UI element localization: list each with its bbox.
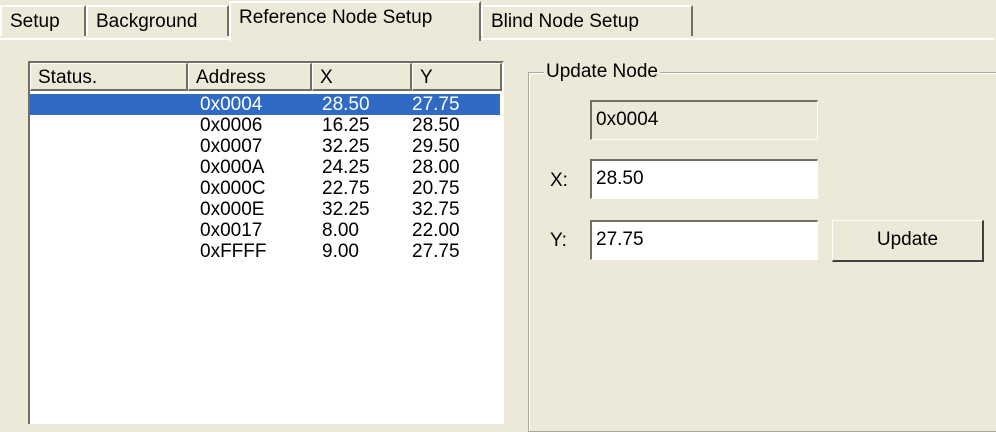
cell-y: 28.50 xyxy=(412,115,460,136)
list-header: Status. Address X Y xyxy=(30,63,502,91)
table-row[interactable]: 0x000C 22.75 20.75 xyxy=(30,178,500,199)
cell-x: 8.00 xyxy=(322,220,359,241)
tab-strip: Setup Background Reference Node Setup Bl… xyxy=(0,0,996,41)
tab-background[interactable]: Background xyxy=(86,5,229,36)
column-header-y[interactable]: Y xyxy=(412,63,502,91)
cell-y: 32.75 xyxy=(412,199,460,220)
cell-y: 27.75 xyxy=(412,94,460,115)
update-node-title: Update Node xyxy=(544,60,660,84)
cell-address: 0x000E xyxy=(200,199,265,220)
cell-y: 29.50 xyxy=(412,136,460,157)
tab-blind-node-setup[interactable]: Blind Node Setup xyxy=(481,5,693,36)
table-row[interactable]: 0x0006 16.25 28.50 xyxy=(30,115,500,136)
cell-address: 0x0017 xyxy=(200,220,263,241)
table-row[interactable]: 0xFFFF 9.00 27.75 xyxy=(30,241,500,262)
cell-x: 32.25 xyxy=(322,136,370,157)
table-row[interactable]: 0x0017 8.00 22.00 xyxy=(30,220,500,241)
cell-x: 32.25 xyxy=(322,199,370,220)
cell-address: 0xFFFF xyxy=(200,241,267,262)
cell-x: 9.00 xyxy=(322,241,359,262)
cell-x: 24.25 xyxy=(322,157,370,178)
column-header-x[interactable]: X xyxy=(312,63,412,91)
address-field: 0x0004 xyxy=(590,100,818,140)
column-header-address[interactable]: Address xyxy=(188,63,312,91)
cell-y: 28.00 xyxy=(412,157,460,178)
table-row[interactable]: 0x0007 32.25 29.50 xyxy=(30,136,500,157)
cell-y: 22.00 xyxy=(412,220,460,241)
cell-x: 22.75 xyxy=(322,178,370,199)
cell-address: 0x000C xyxy=(200,178,266,199)
cell-address: 0x0004 xyxy=(200,94,263,115)
cell-y: 20.75 xyxy=(412,178,460,199)
tab-setup[interactable]: Setup xyxy=(0,5,86,36)
cell-x: 16.25 xyxy=(322,115,370,136)
x-input[interactable]: 28.50 xyxy=(590,159,818,199)
tab-reference-node-setup[interactable]: Reference Node Setup xyxy=(229,1,481,41)
cell-address: 0x0007 xyxy=(200,136,263,157)
column-header-status[interactable]: Status. xyxy=(30,63,188,91)
x-label: X: xyxy=(550,170,568,191)
y-input[interactable]: 27.75 xyxy=(590,220,818,260)
table-row[interactable]: 0x000E 32.25 32.75 xyxy=(30,199,500,220)
cell-x: 28.50 xyxy=(322,94,370,115)
cell-address: 0x000A xyxy=(200,157,265,178)
reference-node-list[interactable]: Status. Address X Y 0x0004 28.50 27.75 0x00… xyxy=(28,61,504,424)
update-button[interactable]: Update xyxy=(832,220,984,262)
cell-y: 27.75 xyxy=(412,241,460,262)
table-row[interactable]: 0x000A 24.25 28.00 xyxy=(30,157,500,178)
cell-address: 0x0006 xyxy=(200,115,263,136)
table-row[interactable]: 0x0004 28.50 27.75 xyxy=(30,94,500,115)
y-label: Y: xyxy=(550,230,567,251)
